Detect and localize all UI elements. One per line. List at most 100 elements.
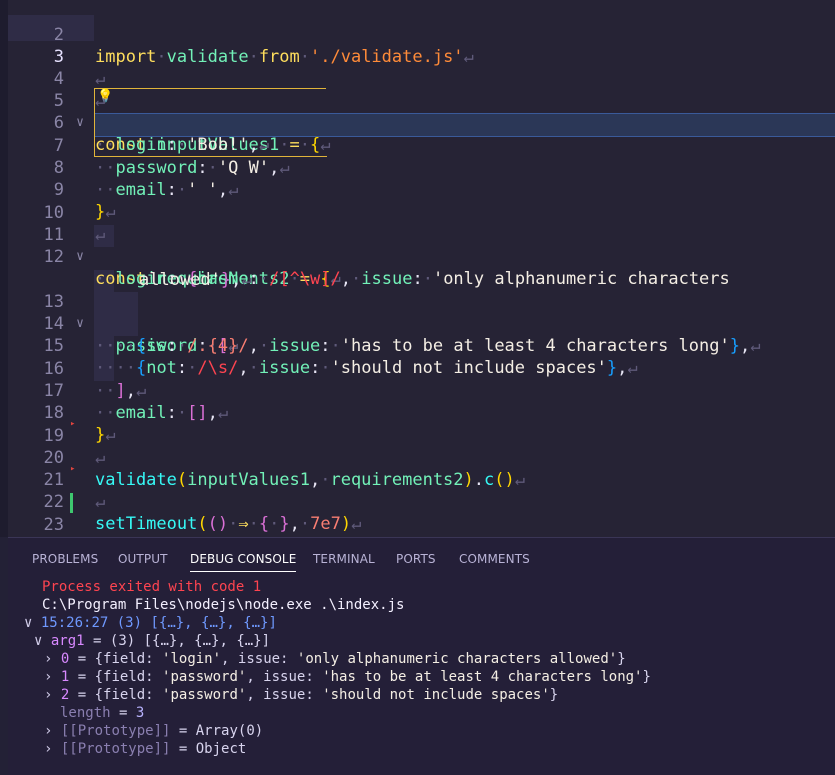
token-regex: /.{4}/ (187, 336, 249, 356)
tab-output[interactable]: OUTPUT (118, 552, 168, 571)
item-issue: 'should not include spaces' (322, 687, 550, 703)
code-line[interactable]: 17 ··email:·[],↵ (0, 358, 229, 423)
arg-name: arg1 (50, 633, 85, 649)
prototype-value: Object (195, 741, 247, 757)
code-line[interactable]: 14 ····{is:·/.{4}/,·issue:·'has to be at… (0, 291, 761, 356)
command-line: C:\Program Files\nodejs\node.exe .\index… (42, 597, 405, 613)
item-field: 'password' (162, 687, 247, 703)
array-item[interactable]: › 0 = {field: 'login', issue: 'only alph… (44, 650, 626, 668)
item-field: 'login' (162, 651, 222, 667)
array-item[interactable]: › 2 = {field: 'password', issue: 'should… (44, 686, 558, 704)
tab-terminal[interactable]: TERMINAL (313, 552, 375, 571)
token-identifier: validate (166, 47, 249, 67)
code-line-wrap[interactable]: allowed'},↵ (0, 247, 252, 290)
prototype-entry[interactable]: › [[Prototype]] = Array(0) (44, 722, 263, 740)
breakpoint-marker-icon[interactable]: ▸ (70, 420, 76, 429)
code-line[interactable]: 2 import·validate·from·'./validate.js'↵ (0, 2, 474, 67)
code-line[interactable]: 9 }↵ (0, 157, 116, 222)
token-property: password (115, 158, 198, 178)
console-line: Process exited with code 1 (42, 578, 261, 596)
token-property: not (146, 358, 177, 378)
token-property: login (115, 135, 167, 155)
console-line: C:\Program Files\nodejs\node.exe .\index… (42, 596, 404, 614)
token-string: allowed' (139, 270, 221, 290)
item-index: 2 (60, 687, 70, 703)
code-editor[interactable]: 💡 2 import·validate·from·'./validate.js'… (0, 0, 835, 537)
token-string: 'Bob!' (187, 135, 249, 155)
log-timestamp: 15:26:27 (40, 615, 109, 631)
length-key: length (60, 705, 111, 721)
fold-chevron-icon[interactable]: ∨ (72, 112, 88, 134)
chevron-right-icon[interactable]: › (44, 651, 52, 667)
token-regex: /[^\w]/ (269, 269, 341, 289)
token-identifier: inputValues1 (187, 470, 310, 490)
code-line[interactable]: 5 ∨ const·inputValues1·=·{↵ (0, 68, 331, 155)
token-function: setTimeout (95, 514, 198, 534)
token-arrow: ⇒ (238, 514, 249, 534)
panel-tabs: PROBLEMS OUTPUT DEBUG CONSOLE TERMINAL P… (8, 538, 835, 578)
exit-message: Process exited with code 1 (42, 579, 262, 595)
token-keyword: from (258, 47, 300, 67)
log-summary: (3) [{…}, {…}, {…}] (116, 615, 277, 631)
code-line[interactable]: 21 ↵ (0, 447, 106, 512)
token-property: issue (269, 336, 321, 356)
token-string: 'has to be at least 4 characters long' (340, 336, 730, 356)
code-line[interactable]: 8 ··email:·' ',↵ (0, 135, 239, 200)
token-function: c (484, 470, 495, 490)
chevron-right-icon[interactable]: › (44, 723, 52, 739)
token-string: ' ' (187, 180, 218, 200)
item-field: 'password' (162, 669, 247, 685)
indent-guide (114, 292, 138, 336)
code-line[interactable]: 13 ∨ ··password:·[↵ (0, 269, 239, 356)
console-arg-entry[interactable]: ∨ arg1 = (3) [{…}, {…}, {…}] (34, 632, 270, 650)
token-string: './validate.js' (310, 47, 464, 67)
token-property: email (115, 403, 167, 423)
token-string: 'only alphanumeric characters (432, 269, 730, 289)
item-index: 0 (60, 651, 70, 667)
tab-comments[interactable]: COMMENTS (459, 552, 530, 571)
token-function: validate (95, 470, 177, 490)
breakpoint-marker-icon[interactable]: ▸ (70, 465, 76, 474)
code-line[interactable]: 7 ··password:·'Q W',↵ (0, 113, 290, 178)
chevron-down-icon[interactable]: ∨ (34, 633, 42, 649)
prototype-key: [[Prototype]] (60, 723, 171, 739)
code-line[interactable]: 3 ↵ (0, 24, 106, 89)
prototype-key: [[Prototype]] (60, 741, 171, 757)
line-number: 23 (43, 515, 64, 535)
code-line[interactable]: 11 ∨ const·requirements2·=·{↵ (0, 202, 341, 289)
token-property: email (115, 180, 167, 200)
tab-debug-console[interactable]: DEBUG CONSOLE (190, 552, 297, 572)
code-line[interactable]: 10 ↵ (0, 180, 106, 245)
console-log-entry[interactable]: ∨ 15:26:27 (3) [{…}, {…}, {…}] (24, 614, 277, 632)
code-line[interactable]: 4 ↵ (0, 46, 106, 111)
code-line[interactable]: 22 setTimeout(()·⇒·{·},·7e7)↵ (0, 469, 362, 534)
code-line[interactable]: 23 (0, 492, 64, 535)
tab-problems[interactable]: PROBLEMS (32, 552, 98, 571)
token-keyword: import (95, 47, 157, 67)
code-line[interactable]: 20 validate(inputValues1,·requirements2)… (0, 425, 526, 490)
code-line[interactable]: 16 ··],↵ (0, 336, 147, 401)
token-regex: /\s/ (197, 358, 239, 378)
fold-chevron-icon[interactable]: ∨ (72, 313, 88, 335)
token-string: 'should not include spaces' (330, 358, 607, 378)
item-issue: 'only alphanumeric characters allowed' (296, 651, 618, 667)
token-property: issue (258, 358, 311, 378)
chevron-right-icon[interactable]: › (44, 687, 52, 703)
tab-ports[interactable]: PORTS (396, 552, 436, 571)
code-line[interactable]: 19 ↵ (0, 403, 106, 468)
code-line[interactable]: 6 ··login:·'Bob!',↵ (0, 90, 269, 155)
chevron-down-icon[interactable]: ∨ (24, 615, 32, 631)
token-property: is (146, 336, 167, 356)
code-line[interactable]: 12 ··login:·{hasNo:·/[^\w]/,·issue:·'onl… (0, 224, 730, 289)
length-value: 3 (135, 705, 145, 721)
fold-chevron-icon[interactable]: ∨ (72, 246, 88, 268)
token-string: 'Q W' (217, 158, 270, 178)
array-item[interactable]: › 1 = {field: 'password', issue: 'has to… (44, 668, 651, 686)
code-line[interactable]: 18 }↵ (0, 380, 116, 445)
array-length: length = 3 (60, 705, 145, 721)
prototype-entry[interactable]: › [[Prototype]] = Object (44, 740, 246, 758)
code-line[interactable]: 15 ····{not:·/\s/,·issue:·'should not in… (0, 313, 638, 378)
chevron-right-icon[interactable]: › (44, 741, 52, 757)
prototype-value: Array(0) (195, 723, 264, 739)
chevron-right-icon[interactable]: › (44, 669, 52, 685)
